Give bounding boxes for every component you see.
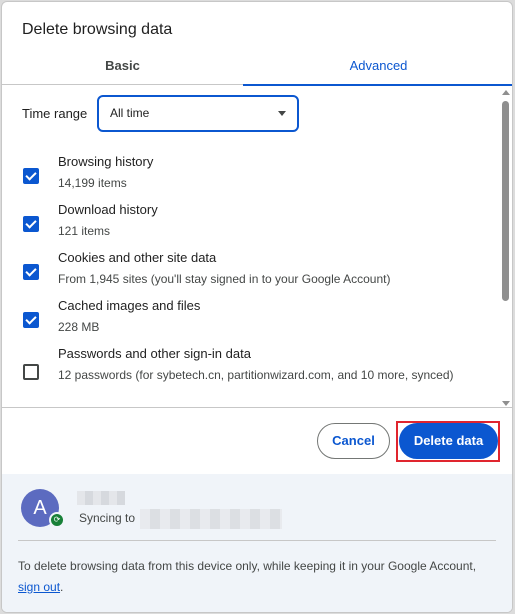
option-description: 121 items	[58, 224, 111, 238]
highlight-box	[396, 421, 500, 462]
sign-out-link[interactable]: sign out	[18, 580, 60, 594]
option-title: Cookies and other site data	[58, 250, 217, 265]
cancel-button[interactable]: Cancel	[317, 423, 390, 459]
time-range-select[interactable]: All time	[97, 95, 299, 132]
download-history-checkbox[interactable]	[23, 216, 39, 232]
sync-icon: ⟳	[49, 512, 65, 528]
scrollbar-thumb[interactable]	[502, 101, 509, 301]
delete-browsing-data-dialog: Delete browsing data Basic Advanced Time…	[1, 1, 513, 613]
option-description: 12 passwords (for sybetech.cn, partition…	[58, 368, 454, 382]
scrollbar[interactable]	[500, 86, 512, 407]
option-browsing-history[interactable]: Browsing history 14,199 items	[2, 153, 497, 201]
cached-images-checkbox[interactable]	[23, 312, 39, 328]
scroll-down-arrow-icon[interactable]	[502, 401, 510, 406]
tab-basic[interactable]: Basic	[2, 52, 243, 85]
option-description: 14,199 items	[58, 176, 127, 190]
redacted-account-name	[77, 491, 125, 505]
option-title: Download history	[58, 202, 158, 217]
option-cached-images[interactable]: Cached images and files 228 MB	[2, 297, 497, 345]
tab-advanced-label: Advanced	[349, 58, 408, 73]
dropdown-arrow-icon	[278, 111, 286, 116]
tab-advanced[interactable]: Advanced	[243, 52, 512, 86]
footer-note: To delete browsing data from this device…	[18, 556, 488, 598]
dialog-title: Delete browsing data	[22, 21, 173, 38]
account-section: A ⟳ Syncing to To delete browsing data f…	[2, 474, 512, 612]
option-description: From 1,945 sites (you'll stay signed in …	[58, 272, 391, 286]
option-title: Passwords and other sign-in data	[58, 346, 251, 361]
browsing-history-checkbox[interactable]	[23, 168, 39, 184]
option-title: Cached images and files	[58, 298, 201, 313]
options-scroll-area[interactable]: Time range All time Browsing history 14,…	[2, 86, 512, 408]
option-passwords[interactable]: Passwords and other sign-in data 12 pass…	[2, 345, 497, 407]
scroll-up-arrow-icon[interactable]	[502, 90, 510, 95]
time-range-label: Time range	[22, 106, 88, 121]
footer-text: To delete browsing data from this device…	[18, 559, 477, 573]
option-description: 228 MB	[58, 320, 100, 334]
divider	[18, 540, 496, 541]
footer-text-end: .	[60, 580, 64, 594]
redacted-account-email	[140, 509, 282, 529]
option-cookies[interactable]: Cookies and other site data From 1,945 s…	[2, 249, 497, 297]
syncing-label: Syncing to	[79, 511, 136, 525]
option-title: Browsing history	[58, 154, 154, 169]
dialog-actions: Cancel Delete data	[2, 408, 512, 474]
passwords-checkbox[interactable]	[23, 364, 39, 380]
cookies-checkbox[interactable]	[23, 264, 39, 280]
time-range-value: All time	[110, 106, 150, 120]
tab-bar: Basic Advanced	[2, 52, 512, 86]
option-download-history[interactable]: Download history 121 items	[2, 201, 497, 249]
